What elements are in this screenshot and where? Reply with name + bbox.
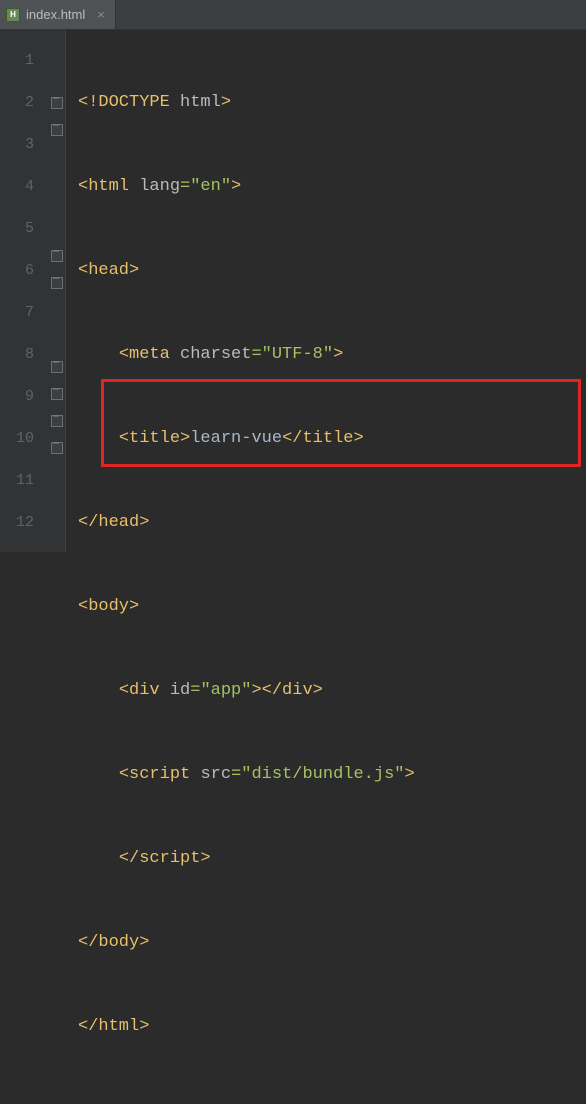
fold-toggle-icon[interactable] bbox=[51, 97, 63, 109]
code-line: <!DOCTYPE html> bbox=[78, 82, 415, 124]
code-line: <body> bbox=[78, 586, 415, 628]
line-number: 2 bbox=[0, 82, 34, 124]
line-number: 4 bbox=[0, 166, 34, 208]
fold-toggle-icon[interactable] bbox=[51, 361, 63, 373]
close-icon[interactable]: × bbox=[97, 7, 105, 22]
line-number: 8 bbox=[0, 334, 34, 376]
line-number: 9 bbox=[0, 376, 34, 418]
code-line: <title>learn-vue</title> bbox=[78, 418, 415, 460]
line-number: 5 bbox=[0, 208, 34, 250]
code-line: </body> bbox=[78, 922, 415, 964]
code-line: <head> bbox=[78, 250, 415, 292]
fold-toggle-icon[interactable] bbox=[51, 124, 63, 136]
tab-filename: index.html bbox=[26, 7, 85, 22]
line-number: 11 bbox=[0, 460, 34, 502]
line-number: 3 bbox=[0, 124, 34, 166]
code-area[interactable]: <!DOCTYPE html> <html lang="en"> <head> … bbox=[66, 30, 415, 552]
html-file-icon: H bbox=[6, 8, 20, 22]
line-number: 10 bbox=[0, 418, 34, 460]
line-number: 12 bbox=[0, 502, 34, 544]
line-number: 6 bbox=[0, 250, 34, 292]
code-line: </head> bbox=[78, 502, 415, 544]
code-line: </html> bbox=[78, 1006, 415, 1048]
fold-toggle-icon[interactable] bbox=[51, 415, 63, 427]
code-editor[interactable]: 1 2 3 4 5 6 7 8 9 10 11 12 <!DOCTYPE htm… bbox=[0, 30, 586, 552]
code-line: <meta charset="UTF-8"> bbox=[78, 334, 415, 376]
fold-gutter bbox=[48, 30, 66, 552]
code-line: <script src="dist/bundle.js"> bbox=[78, 754, 415, 796]
line-number: 7 bbox=[0, 292, 34, 334]
tab-bar: H index.html × bbox=[0, 0, 586, 30]
fold-toggle-icon[interactable] bbox=[51, 250, 63, 262]
code-line: <html lang="en"> bbox=[78, 166, 415, 208]
line-number-gutter: 1 2 3 4 5 6 7 8 9 10 11 12 bbox=[0, 30, 48, 552]
fold-toggle-icon[interactable] bbox=[51, 442, 63, 454]
file-tab[interactable]: H index.html × bbox=[0, 0, 116, 29]
line-number: 1 bbox=[0, 40, 34, 82]
code-line: <div id="app"></div> bbox=[78, 670, 415, 712]
code-line: </script> bbox=[78, 838, 415, 880]
fold-toggle-icon[interactable] bbox=[51, 277, 63, 289]
fold-toggle-icon[interactable] bbox=[51, 388, 63, 400]
